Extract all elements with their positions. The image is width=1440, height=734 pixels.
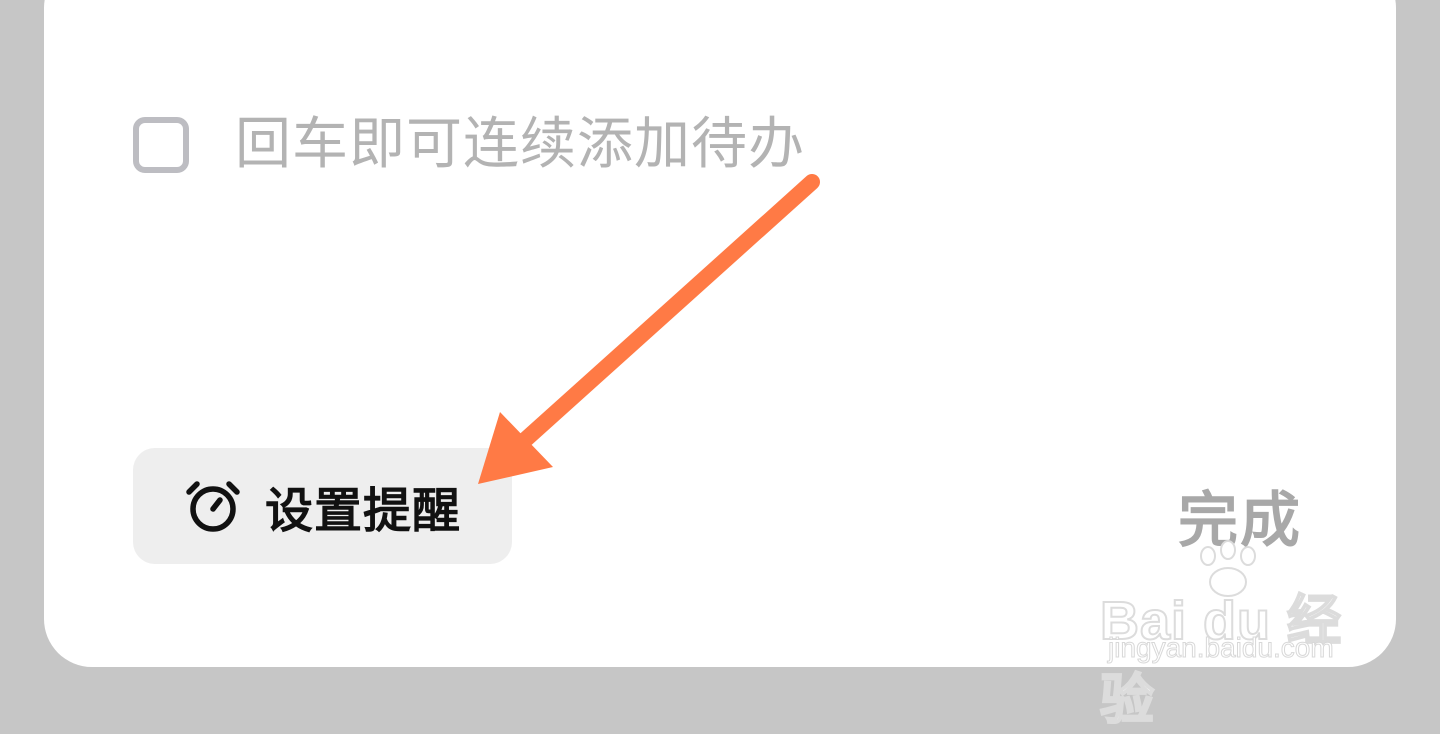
set-reminder-label: 设置提醒 [265, 483, 462, 539]
set-reminder-button[interactable]: 设置提醒 [133, 448, 512, 564]
watermark-url: jingyan.baidu.com [1108, 632, 1335, 664]
task-input[interactable] [235, 112, 935, 177]
new-task-row [133, 112, 935, 177]
alarm-clock-icon [186, 481, 240, 532]
baidu-jingyan-watermark: Bai du 经验 jingyan.baidu.com [1099, 540, 1370, 731]
task-checkbox[interactable] [133, 116, 189, 173]
